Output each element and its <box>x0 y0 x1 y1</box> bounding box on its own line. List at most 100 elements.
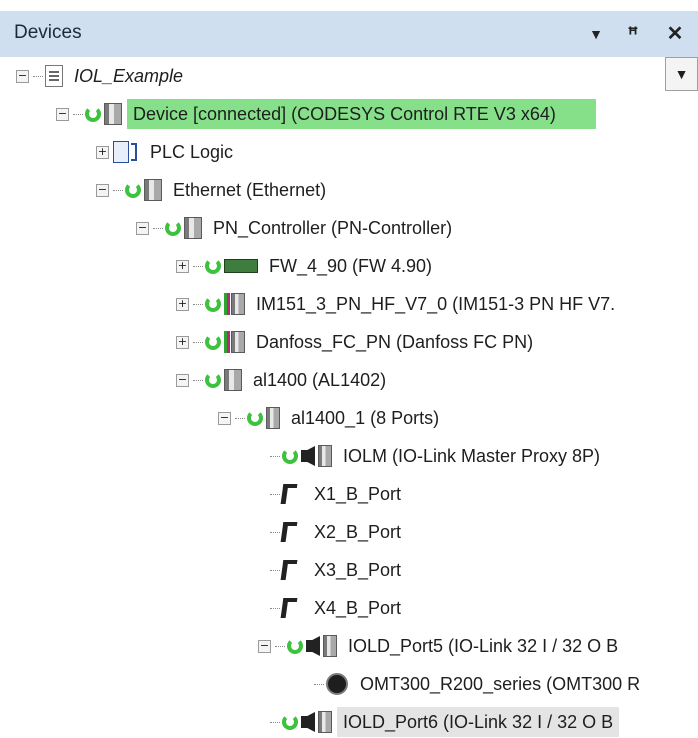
tree-item-label: PN_Controller (PN-Controller) <box>213 218 453 238</box>
collapse-icon[interactable]: − <box>56 107 69 121</box>
tree-row-ethernet[interactable]: − Ethernet (Ethernet) <box>0 171 698 209</box>
tree-connector <box>270 531 280 533</box>
io-link-device-icon <box>306 636 320 656</box>
tree-row-im151[interactable]: + IM151_3_PN_HF_V7_0 (IM151-3 PN HF V7. <box>0 285 698 323</box>
collapse-icon[interactable]: − <box>96 183 109 197</box>
sync-icon <box>287 638 303 654</box>
device-icon <box>224 369 242 391</box>
tree-row-iolm[interactable]: IOLM (IO-Link Master Proxy 8P) <box>0 437 698 475</box>
port-icon <box>280 484 298 504</box>
expand-icon[interactable]: + <box>96 145 109 159</box>
sync-icon <box>85 106 101 122</box>
tree-row-x2[interactable]: X2_B_Port <box>0 513 698 551</box>
sync-icon <box>205 296 221 312</box>
firmware-icon <box>224 259 258 273</box>
panel-title: Devices <box>14 22 82 43</box>
tree-row-al1400-1[interactable]: − al1400_1 (8 Ports) <box>0 399 698 437</box>
sync-icon <box>205 372 221 388</box>
project-icon <box>45 65 63 87</box>
tree-row-al1400[interactable]: − al1400 (AL1402) <box>0 361 698 399</box>
device-icon <box>231 293 245 315</box>
tree-item-label: IOLM (IO-Link Master Proxy 8P) <box>343 446 601 466</box>
tree-item-label: IOLD_Port6 (IO-Link 32 I / 32 O B <box>337 707 620 737</box>
tree-item-label: IOLD_Port5 (IO-Link 32 I / 32 O B <box>348 636 619 656</box>
tree-connector <box>113 189 123 191</box>
panel-dropdown-button[interactable]: ▼ <box>583 19 609 49</box>
tree-item-label: X1_B_Port <box>314 484 402 504</box>
tree-connector <box>193 303 203 305</box>
collapse-icon[interactable]: − <box>258 639 271 653</box>
collapse-icon[interactable]: − <box>16 69 29 83</box>
tree-item-label: Ethernet (Ethernet) <box>173 180 327 200</box>
tree-item-label: IM151_3_PN_HF_V7_0 (IM151-3 PN HF V7. <box>256 294 616 314</box>
collapse-icon[interactable]: − <box>218 411 231 425</box>
device-icon <box>184 217 202 239</box>
tree-row-danfoss[interactable]: + Danfoss_FC_PN (Danfoss FC PN) <box>0 323 698 361</box>
tree-row-pn-controller[interactable]: − PN_Controller (PN-Controller) <box>0 209 698 247</box>
tree-connector <box>270 455 280 457</box>
collapse-icon[interactable]: − <box>136 221 149 235</box>
port-icon <box>280 522 298 542</box>
tree-item-label: FW_4_90 (FW 4.90) <box>269 256 433 276</box>
device-icon <box>144 179 162 201</box>
device-icon <box>266 407 280 429</box>
tree-row-x4[interactable]: X4_B_Port <box>0 589 698 627</box>
tree-row-iold-port5[interactable]: − IOLD_Port5 (IO-Link 32 I / 32 O B <box>0 627 698 665</box>
tree-row-plc-logic[interactable]: + PLC Logic <box>0 133 698 171</box>
tree-item-label: Danfoss_FC_PN (Danfoss FC PN) <box>256 332 534 352</box>
io-link-device-icon <box>301 712 315 732</box>
tree-item-label: X2_B_Port <box>314 522 402 542</box>
io-link-master-icon <box>301 446 315 466</box>
pin-icon[interactable]: ꟸ <box>620 19 646 49</box>
tree-connector <box>193 379 203 381</box>
port-icon <box>280 560 298 580</box>
tree-item-label: X3_B_Port <box>314 560 402 580</box>
sensor-icon <box>326 673 348 695</box>
tree-connector <box>73 113 83 115</box>
tree-connector <box>33 75 43 77</box>
tree-connector <box>270 493 280 495</box>
device-icon <box>231 331 245 353</box>
port-icon <box>280 598 298 618</box>
profinet-plug-icon <box>224 331 230 353</box>
collapse-icon[interactable]: − <box>176 373 189 387</box>
tree-connector <box>270 569 280 571</box>
sync-icon <box>125 182 141 198</box>
device-icon <box>323 635 337 657</box>
tree-item-label: IOL_Example <box>74 66 184 86</box>
device-icon <box>318 445 332 467</box>
tree-item-label: Device [connected] (CODESYS Control RTE … <box>127 99 596 129</box>
tree-row-project[interactable]: − IOL_Example ▼ <box>0 57 698 95</box>
tree-row-omt300[interactable]: OMT300_R200_series (OMT300 R <box>0 665 698 703</box>
tree-row-device[interactable]: − Device [connected] (CODESYS Control RT… <box>0 95 698 133</box>
tree-row-x1[interactable]: X1_B_Port <box>0 475 698 513</box>
tree-connector <box>270 607 280 609</box>
tree-row-x3[interactable]: X3_B_Port <box>0 551 698 589</box>
sync-icon <box>205 258 221 274</box>
sync-icon <box>247 410 263 426</box>
tree-connector <box>314 683 324 685</box>
tree-connector <box>153 227 163 229</box>
tree-row-fw[interactable]: + FW_4_90 (FW 4.90) <box>0 247 698 285</box>
tree-row-iold-port6[interactable]: IOLD_Port6 (IO-Link 32 I / 32 O B <box>0 703 698 738</box>
tree-item-label: al1400_1 (8 Ports) <box>291 408 440 428</box>
tree-connector <box>193 341 203 343</box>
tree-item-label: al1400 (AL1402) <box>253 370 387 390</box>
tree-connector <box>275 645 285 647</box>
tree-connector <box>193 265 203 267</box>
sync-icon <box>282 448 298 464</box>
device-icon <box>104 103 122 125</box>
expand-icon[interactable]: + <box>176 297 189 311</box>
tree-item-label: PLC Logic <box>150 142 234 162</box>
expand-icon[interactable]: + <box>176 259 189 273</box>
sync-icon <box>282 714 298 730</box>
chevron-down-icon[interactable]: ▼ <box>665 57 698 91</box>
expand-icon[interactable]: + <box>176 335 189 349</box>
tree-item-label: OMT300_R200_series (OMT300 R <box>360 674 641 694</box>
device-tree[interactable]: − IOL_Example ▼ − Device [connected] (CO… <box>0 57 698 738</box>
sync-icon <box>165 220 181 236</box>
tree-item-label: X4_B_Port <box>314 598 402 618</box>
devices-panel-titlebar: Devices ▼ ꟸ ✕ <box>0 11 698 57</box>
plc-logic-icon <box>113 141 139 163</box>
close-icon[interactable]: ✕ <box>662 19 688 49</box>
